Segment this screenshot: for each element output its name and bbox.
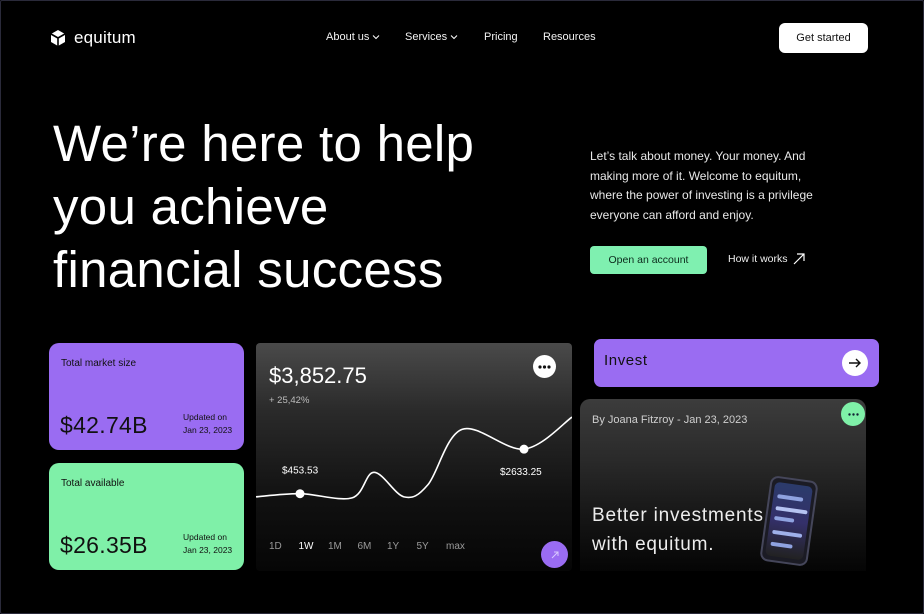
- arrow-up-right-icon: [793, 253, 805, 265]
- nav-item-pricing[interactable]: Pricing: [484, 31, 543, 43]
- hero-description: Let’s talk about money. Your money. And …: [590, 147, 840, 225]
- stat-updated-label: Updated on: [183, 532, 227, 542]
- article-card[interactable]: By Joana Fitzroy - Jan 23, 2023 Better i…: [580, 399, 866, 571]
- range-option-5y[interactable]: 5Y: [417, 541, 447, 552]
- nav-label: Pricing: [484, 31, 518, 43]
- invest-label: Invest: [604, 352, 648, 369]
- stat-label: Total market size: [61, 358, 137, 369]
- article-title-line: with equitum.: [592, 534, 715, 555]
- chart-point-marker[interactable]: [295, 489, 305, 499]
- stat-value: $42.74B: [60, 412, 148, 438]
- range-option-max[interactable]: max: [446, 541, 476, 552]
- invest-arrow-button[interactable]: [842, 350, 868, 376]
- stat-value: $26.35B: [60, 532, 148, 558]
- hero-description-line: everyone can afford and enjoy.: [590, 207, 754, 222]
- hero-title-line: We’re here to help: [53, 115, 475, 172]
- stat-label: Total available: [61, 478, 125, 489]
- brand-logo[interactable]: equitum: [50, 28, 136, 48]
- chevron-down-icon: [450, 35, 458, 40]
- nav-item-resources[interactable]: Resources: [543, 31, 596, 43]
- chart-point-label: $2633.25: [500, 467, 542, 478]
- range-option-1m[interactable]: 1M: [328, 541, 358, 552]
- time-range-selector: 1D 1W 1M 6M 1Y 5Y max: [269, 541, 476, 552]
- chevron-down-icon: [373, 35, 380, 40]
- range-option-1y[interactable]: 1Y: [387, 541, 417, 552]
- open-account-button[interactable]: Open an account: [590, 246, 707, 274]
- nav-label: Resources: [543, 31, 596, 43]
- stat-card-total-available: Total available $26.35B Updated on Jan 2…: [49, 463, 244, 570]
- price-chart-card: $453.53 $2633.25 $3,852.75 + 25,42% 1D 1W 1…: [256, 343, 572, 571]
- get-started-button[interactable]: Get started: [779, 23, 868, 53]
- chart-point-label: $453.53: [282, 466, 319, 477]
- nav-item-about-us[interactable]: About us: [326, 31, 405, 43]
- chart-price: $3,852.75: [269, 363, 367, 388]
- brand-name: equitum: [74, 28, 136, 47]
- more-dots-icon: [847, 412, 859, 416]
- stat-updated-date: Jan 23, 2023: [183, 545, 233, 555]
- more-options-button[interactable]: [533, 355, 556, 378]
- hero-title: We’re here to help you achieve financial…: [53, 112, 573, 301]
- range-option-6m[interactable]: 6M: [358, 541, 388, 552]
- more-dots-icon: [538, 364, 551, 369]
- cube-logo-icon: [50, 30, 66, 46]
- range-option-1w[interactable]: 1W: [299, 541, 329, 552]
- article-title-line: Better investments: [592, 505, 764, 526]
- stat-updated-label: Updated on: [183, 412, 227, 422]
- nav-label: Services: [405, 31, 448, 43]
- hero-title-line: financial success: [53, 241, 444, 298]
- how-it-works-label: How it works: [728, 253, 788, 265]
- nav-item-services[interactable]: Services: [405, 31, 484, 43]
- hero-title-line: you achieve: [53, 178, 329, 235]
- stat-updated: Updated on Jan 23, 2023: [183, 531, 232, 557]
- expand-chart-button[interactable]: [541, 541, 568, 568]
- stat-updated: Updated on Jan 23, 2023: [183, 411, 232, 437]
- hero-description-line: Let’s talk about money. Your money. And: [590, 149, 806, 163]
- article-options-button[interactable]: [841, 402, 865, 426]
- arrow-right-icon: [849, 358, 861, 368]
- nav-label: About us: [326, 31, 370, 43]
- hero-description-line: where the power of investing is a privil…: [590, 188, 813, 202]
- main-nav: About us Services Pricing Resources: [326, 31, 596, 43]
- price-series-line: [256, 416, 572, 500]
- range-option-1d[interactable]: 1D: [269, 541, 299, 552]
- article-title: Better investments with equitum.: [592, 501, 782, 559]
- stat-card-market-size: Total market size $42.74B Updated on Jan…: [49, 343, 244, 450]
- article-byline: By Joana Fitzroy - Jan 23, 2023: [592, 414, 748, 426]
- stat-updated-date: Jan 23, 2023: [183, 425, 233, 435]
- chart-point-marker[interactable]: [519, 444, 529, 454]
- hero-description-line: making more of it. Welcome to equitum,: [590, 168, 802, 183]
- how-it-works-link[interactable]: How it works: [728, 252, 806, 266]
- invest-banner[interactable]: Invest: [594, 339, 879, 387]
- arrow-up-right-icon: [551, 551, 558, 558]
- chart-change: + 25,42%: [269, 395, 310, 406]
